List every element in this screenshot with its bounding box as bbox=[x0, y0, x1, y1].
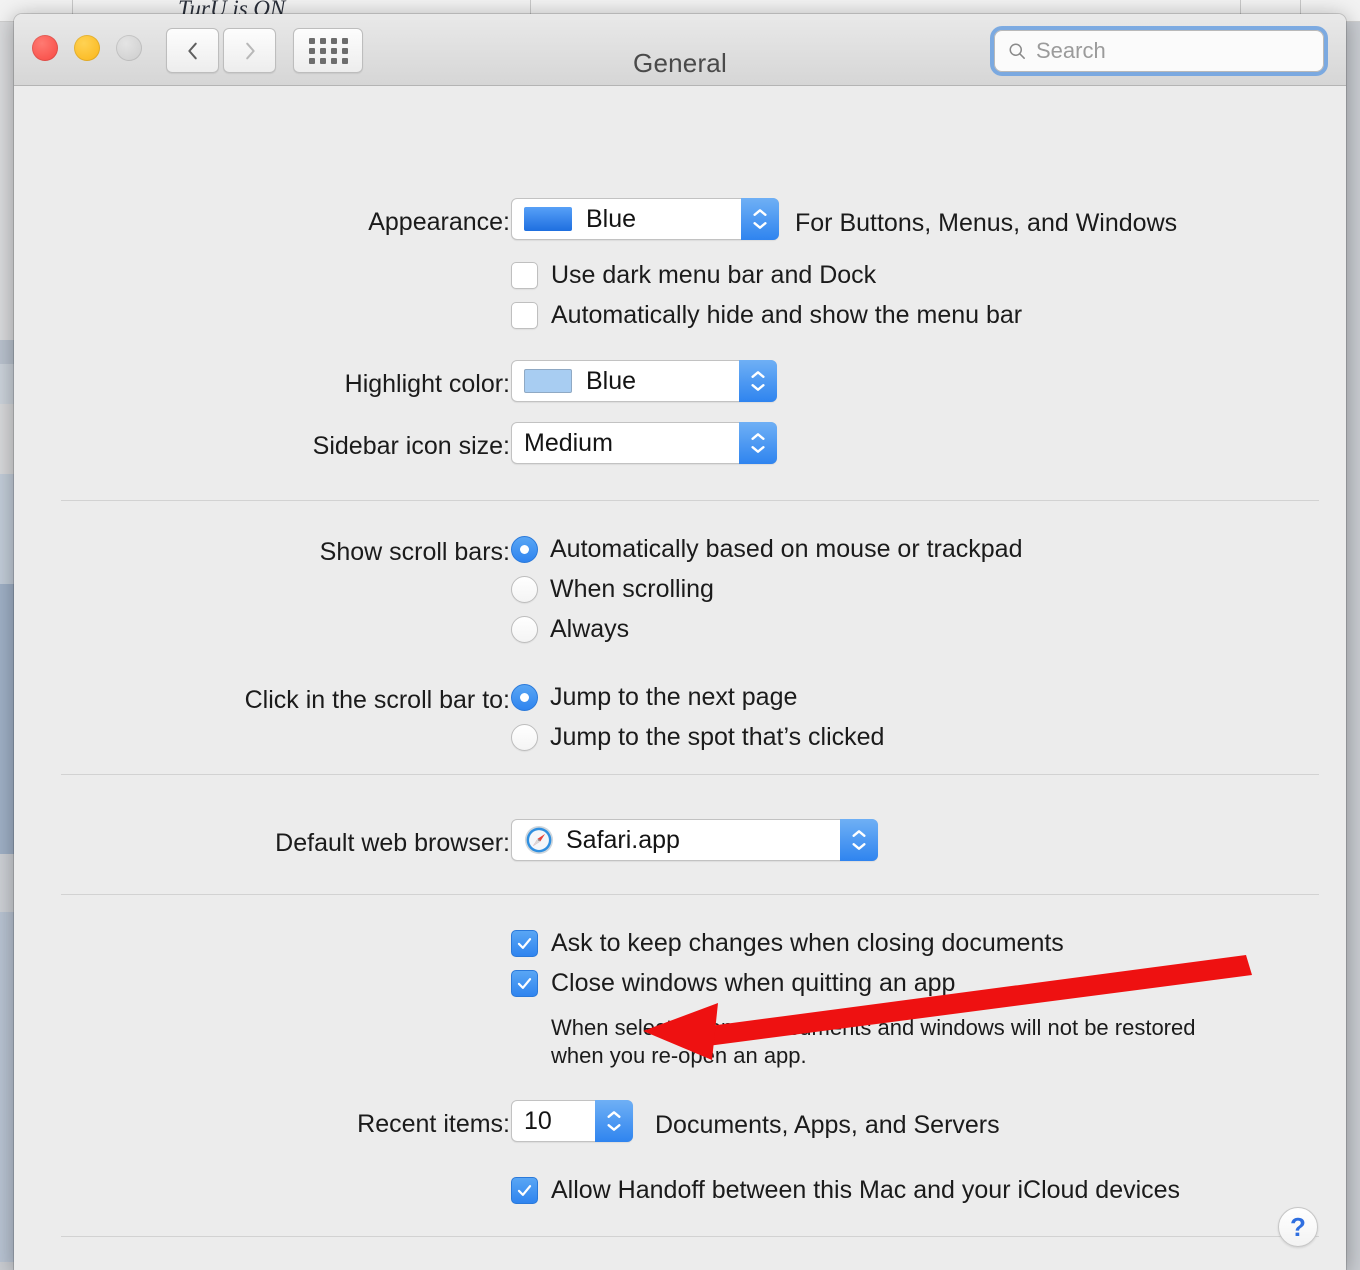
chevron-down-icon bbox=[753, 222, 767, 229]
help-button[interactable]: ? bbox=[1278, 1207, 1318, 1247]
recent-items-popup[interactable]: 10 bbox=[511, 1100, 633, 1142]
appearance-popup[interactable]: Blue bbox=[511, 198, 779, 240]
highlight-color-label: Highlight color: bbox=[344, 370, 510, 398]
safari-icon bbox=[524, 825, 554, 855]
ask-keep-changes-label: Ask to keep changes when closing documen… bbox=[551, 929, 1064, 957]
allow-handoff-label: Allow Handoff between this Mac and your … bbox=[551, 1176, 1181, 1204]
scroll-bars-option-1[interactable]: When scrolling bbox=[511, 575, 714, 604]
chevron-up-icon bbox=[607, 1111, 621, 1118]
sidebar-icon-size-popup[interactable]: Medium bbox=[511, 422, 777, 464]
chevron-up-icon bbox=[751, 371, 765, 378]
system-preferences-window: General Appearance: Blue For Buttons, Me… bbox=[14, 14, 1346, 1270]
ask-keep-changes-row[interactable]: Ask to keep changes when closing documen… bbox=[511, 929, 1064, 958]
separator-2 bbox=[61, 774, 1319, 775]
close-windows-row[interactable]: Close windows when quitting an app bbox=[511, 969, 955, 998]
click-scroll-option-0-label: Jump to the next page bbox=[550, 683, 798, 711]
radio-jump-spot-clicked[interactable] bbox=[511, 724, 538, 751]
default-browser-popup[interactable]: Safari.app bbox=[511, 819, 878, 861]
radio-automatic[interactable] bbox=[511, 536, 538, 563]
dark-menu-bar-label: Use dark menu bar and Dock bbox=[551, 261, 877, 289]
scroll-bars-option-2-label: Always bbox=[550, 615, 630, 643]
recent-items-stepper[interactable] bbox=[595, 1100, 633, 1142]
highlight-color-swatch bbox=[524, 369, 572, 393]
search-input[interactable] bbox=[1036, 38, 1311, 64]
scroll-bars-option-0-label: Automatically based on mouse or trackpad bbox=[550, 535, 1023, 563]
chevron-down-icon bbox=[852, 843, 866, 850]
show-scroll-bars-label: Show scroll bars: bbox=[319, 538, 510, 566]
auto-hide-menu-bar-row[interactable]: Automatically hide and show the menu bar bbox=[511, 301, 1022, 330]
checkmark-icon bbox=[517, 1185, 532, 1196]
click-scroll-option-1[interactable]: Jump to the spot that’s clicked bbox=[511, 723, 884, 752]
checkmark-icon bbox=[517, 978, 532, 989]
appearance-color-swatch bbox=[524, 207, 572, 231]
recent-items-hint: Documents, Apps, and Servers bbox=[655, 1111, 1000, 1139]
appearance-value: Blue bbox=[586, 204, 637, 233]
click-scroll-option-1-label: Jump to the spot that’s clicked bbox=[550, 723, 885, 751]
dark-menu-bar-row[interactable]: Use dark menu bar and Dock bbox=[511, 261, 876, 290]
separator-4 bbox=[61, 1236, 1319, 1237]
click-scroll-option-0[interactable]: Jump to the next page bbox=[511, 683, 797, 712]
scroll-bars-option-0[interactable]: Automatically based on mouse or trackpad bbox=[511, 535, 1022, 564]
allow-handoff-checkbox[interactable] bbox=[511, 1177, 538, 1204]
scroll-bars-option-1-label: When scrolling bbox=[550, 575, 714, 603]
preferences-content: Appearance: Blue For Buttons, Menus, and… bbox=[14, 86, 1346, 1270]
chevron-up-icon bbox=[852, 830, 866, 837]
appearance-hint: For Buttons, Menus, and Windows bbox=[795, 209, 1178, 237]
chevron-up-icon bbox=[751, 433, 765, 440]
chevron-down-icon bbox=[751, 446, 765, 453]
allow-handoff-row[interactable]: Allow Handoff between this Mac and your … bbox=[511, 1176, 1180, 1205]
chevron-down-icon bbox=[607, 1124, 621, 1131]
radio-jump-next-page[interactable] bbox=[511, 684, 538, 711]
click-scroll-bar-label: Click in the scroll bar to: bbox=[244, 686, 510, 714]
ask-keep-changes-checkbox[interactable] bbox=[511, 930, 538, 957]
default-browser-value: Safari.app bbox=[566, 825, 680, 854]
highlight-color-value: Blue bbox=[586, 366, 637, 395]
close-windows-help-line-2: when you re-open an app. bbox=[551, 1043, 807, 1068]
recent-items-value: 10 bbox=[524, 1106, 552, 1135]
separator-1 bbox=[61, 500, 1319, 501]
sidebar-icon-size-stepper[interactable] bbox=[739, 422, 777, 464]
chevron-down-icon bbox=[751, 384, 765, 391]
chevron-up-icon bbox=[753, 209, 767, 216]
dark-menu-bar-checkbox[interactable] bbox=[511, 262, 538, 289]
close-windows-label: Close windows when quitting an app bbox=[551, 969, 956, 997]
sidebar-icon-size-value: Medium bbox=[524, 428, 613, 457]
auto-hide-menu-bar-label: Automatically hide and show the menu bar bbox=[551, 301, 1023, 329]
checkmark-icon bbox=[517, 938, 532, 949]
radio-when-scrolling[interactable] bbox=[511, 576, 538, 603]
search-field[interactable] bbox=[994, 30, 1324, 72]
window-titlebar: General bbox=[14, 14, 1346, 86]
default-browser-stepper[interactable] bbox=[840, 819, 878, 861]
default-browser-label: Default web browser: bbox=[275, 829, 510, 857]
close-windows-help-line-1: When selected, open documents and window… bbox=[551, 1015, 1196, 1040]
radio-always[interactable] bbox=[511, 616, 538, 643]
highlight-color-stepper[interactable] bbox=[739, 360, 777, 402]
sidebar-icon-size-label: Sidebar icon size: bbox=[312, 432, 510, 460]
search-field-focus-ring bbox=[994, 30, 1324, 72]
appearance-label: Appearance: bbox=[368, 208, 510, 236]
recent-items-label: Recent items: bbox=[357, 1110, 510, 1138]
scroll-bars-option-2[interactable]: Always bbox=[511, 615, 629, 644]
separator-3 bbox=[61, 894, 1319, 895]
search-icon bbox=[1009, 43, 1025, 59]
auto-hide-menu-bar-checkbox[interactable] bbox=[511, 302, 538, 329]
appearance-stepper[interactable] bbox=[741, 198, 779, 240]
highlight-color-popup[interactable]: Blue bbox=[511, 360, 777, 402]
close-windows-checkbox[interactable] bbox=[511, 970, 538, 997]
